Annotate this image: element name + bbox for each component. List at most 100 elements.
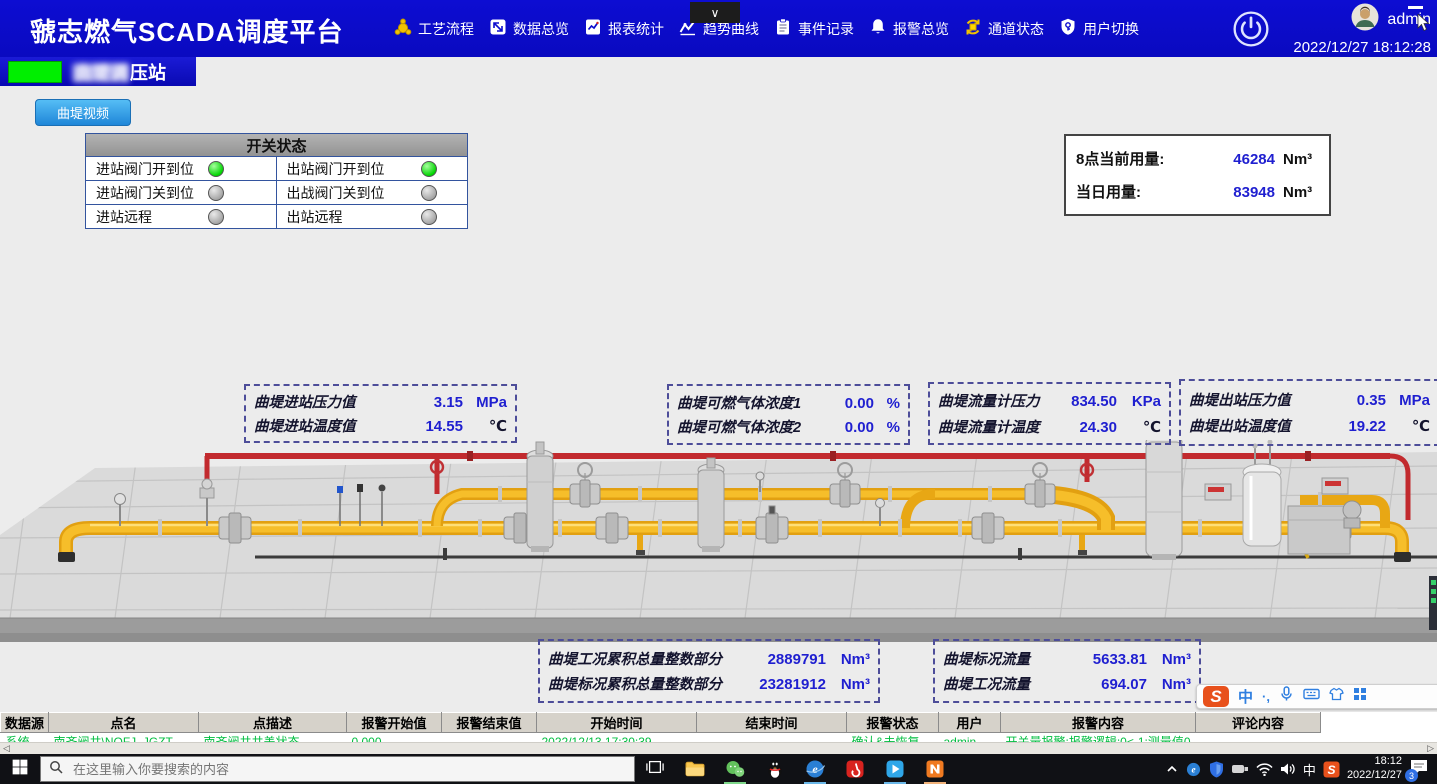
- windows-taskbar: e e 中 S 18:12 2022/12/27 3: [0, 754, 1437, 784]
- nav-item-alarm-overview[interactable]: 报警总览: [868, 17, 949, 40]
- process-flow-icon: [393, 17, 413, 40]
- notification-badge: 3: [1405, 769, 1418, 782]
- tray-ime-indicator[interactable]: 中: [1303, 760, 1316, 779]
- switch-status-title: 开关状态: [86, 134, 467, 157]
- nav-item-event-log[interactable]: 事件记录: [773, 17, 854, 40]
- gas-concentration-panel: 曲堤可燃气体浓度10.00% 曲堤可燃气体浓度20.00%: [667, 384, 910, 445]
- tray-time-value: 18:12: [1347, 755, 1402, 769]
- search-icon: [49, 760, 63, 779]
- station-name-blurred: 曲堤调: [72, 63, 130, 83]
- ime-keyboard-icon[interactable]: [1303, 687, 1320, 706]
- ime-toolbox-icon[interactable]: [1353, 687, 1367, 706]
- ime-punctuation-icon[interactable]: ·,: [1262, 689, 1270, 704]
- data-overview-icon: [488, 17, 508, 40]
- station-tab[interactable]: 曲堤调压站: [0, 57, 196, 86]
- nav-item-process-flow[interactable]: 工艺流程: [393, 17, 474, 40]
- tray-expand-chevron[interactable]: [1166, 764, 1178, 774]
- search-input[interactable]: [71, 761, 626, 778]
- netease-music-icon[interactable]: [835, 754, 875, 784]
- nav-item-data-overview[interactable]: 数据总览: [488, 17, 569, 40]
- qq-icon[interactable]: [755, 754, 795, 784]
- system-tray: e 中 S 18:12 2022/12/27 3: [1166, 755, 1437, 783]
- event-log-icon: [773, 17, 793, 40]
- col-user: 用户: [939, 713, 1001, 733]
- nav-item-channel-status[interactable]: 通道状态: [963, 17, 1044, 40]
- video-player-icon[interactable]: [875, 754, 915, 784]
- col-end-time: 结束时间: [697, 713, 847, 733]
- alarm-header-row: 数据源 点名 点描述 报警开始值 报警结束值 开始时间 结束时间 报警状态 用户…: [1, 713, 1321, 733]
- outlet-pressure-panel: 曲堤出站压力值0.35MPa 曲堤出站温度值19.22℃: [1179, 379, 1437, 446]
- wechat-icon[interactable]: [715, 754, 755, 784]
- svg-text:e: e: [1191, 765, 1195, 775]
- alarm-hscrollbar[interactable]: ◁ ▷: [0, 742, 1437, 754]
- flowmeter-panel: 曲堤流量计压力834.50KPa 曲堤流量计温度24.30℃: [928, 382, 1171, 445]
- file-explorer-icon[interactable]: [675, 754, 715, 784]
- inlet-pressure-panel: 曲堤进站压力值3.15MPa 曲堤进站温度值14.55℃: [244, 384, 517, 443]
- nav-label: 数据总览: [513, 19, 569, 39]
- sogou-ime-bar: S 中 ·,: [1196, 684, 1437, 709]
- switch-cell: 出战阀门关到位: [277, 181, 468, 205]
- svg-text:e: e: [812, 762, 818, 776]
- wifi-icon[interactable]: [1256, 763, 1273, 776]
- minimize-icon[interactable]: [1408, 6, 1423, 9]
- ime-mic-icon[interactable]: [1279, 686, 1294, 707]
- tray-security-shield-icon[interactable]: [1209, 761, 1224, 778]
- user-avatar[interactable]: [1351, 3, 1379, 36]
- header-dropdown-chevron[interactable]: ∨: [690, 2, 740, 23]
- taskbar-search-box[interactable]: [40, 756, 635, 782]
- nav-label: 工艺流程: [418, 19, 474, 39]
- col-point-desc: 点描述: [199, 713, 347, 733]
- station-tab-label: 曲堤调压站: [72, 59, 166, 85]
- tray-device-icon[interactable]: [1231, 763, 1249, 775]
- speaker-icon[interactable]: [1280, 762, 1296, 776]
- alarm-table-section: 数据源 点名 点描述 报警开始值 报警结束值 开始时间 结束时间 报警状态 用户…: [0, 712, 1437, 742]
- report-stats-icon: [583, 17, 603, 40]
- ime-skin-icon[interactable]: [1329, 687, 1344, 706]
- pipeline-3d-view: [0, 440, 1437, 642]
- flow-rate-panel: 曲堤标况流量5633.81Nm³ 曲堤工况流量694.07Nm³: [933, 639, 1201, 703]
- edge-window-fragment: [1429, 576, 1437, 630]
- ie-browser-icon[interactable]: e: [795, 754, 835, 784]
- station-status-indicator: [8, 61, 62, 83]
- notification-center-button[interactable]: 3: [1409, 758, 1433, 780]
- tray-sogou-icon[interactable]: S: [1323, 761, 1340, 778]
- col-point-name: 点名: [49, 713, 199, 733]
- status-led: [208, 161, 224, 177]
- nav-item-report-stats[interactable]: 报表统计: [583, 17, 664, 40]
- power-logout-button[interactable]: [1232, 10, 1270, 48]
- sogou-logo-icon[interactable]: S: [1203, 686, 1229, 707]
- datetime: 2022/12/27 18:12:28: [1293, 39, 1431, 56]
- task-view-icon: [646, 758, 664, 781]
- tray-date-value: 2022/12/27: [1347, 769, 1402, 783]
- chevron-down-icon: ∨: [711, 6, 720, 20]
- col-data-source: 数据源: [1, 713, 49, 733]
- switch-cell: 进站阀门关到位: [86, 181, 277, 205]
- note-app-icon[interactable]: [915, 754, 955, 784]
- tray-clock[interactable]: 18:12 2022/12/27: [1347, 755, 1402, 783]
- switch-cell: 进站远程: [86, 205, 277, 228]
- main-nav: 工艺流程 数据总览 报表统计 趋势曲线 事件记录 报警总览 通道状态 用户切换: [393, 0, 1139, 57]
- app-title: 虢志燃气SCADA调度平台: [30, 12, 343, 49]
- usage-row: 当日用量:83948Nm³: [1076, 181, 1319, 202]
- status-led: [421, 209, 437, 225]
- task-view-button[interactable]: [635, 754, 675, 784]
- switch-cell: 出站远程: [277, 205, 468, 228]
- mouse-cursor: [1417, 14, 1431, 39]
- station-video-button[interactable]: 曲堤视频: [35, 99, 131, 126]
- nav-label: 报表统计: [608, 19, 664, 39]
- status-led: [421, 161, 437, 177]
- nav-label: 用户切换: [1083, 19, 1139, 39]
- tray-ie-icon[interactable]: e: [1185, 761, 1202, 778]
- ime-mode-chinese[interactable]: 中: [1238, 686, 1253, 707]
- nav-label: 事件记录: [798, 19, 854, 39]
- switch-cell: 出站阀门开到位: [277, 157, 468, 181]
- nav-item-user-switch[interactable]: 用户切换: [1058, 17, 1139, 40]
- user-switch-shield-icon: [1058, 17, 1078, 40]
- arrow-right-icon: ▷: [1427, 743, 1434, 754]
- start-button[interactable]: [0, 754, 40, 784]
- user-info-block: admin 2022/12/27 18:12:28: [1271, 3, 1431, 56]
- cumulative-total-panel: 曲堤工况累积总量整数部分2889791Nm³ 曲堤标况累积总量整数部分23281…: [538, 639, 880, 703]
- channel-status-icon: [963, 17, 983, 40]
- col-alarm-state: 报警状态: [847, 713, 939, 733]
- svg-text:S: S: [1327, 763, 1335, 777]
